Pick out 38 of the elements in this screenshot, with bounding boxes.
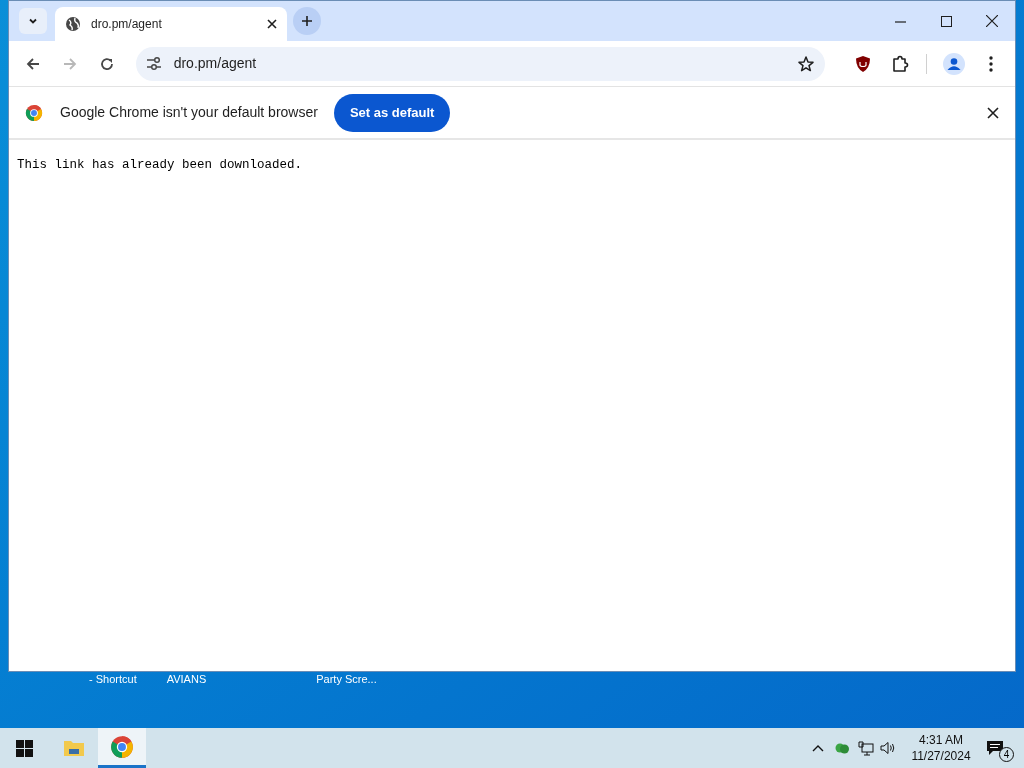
- chrome-icon: [110, 734, 134, 759]
- desktop-icon-label: - Shortcut: [89, 672, 137, 687]
- cloud-icon[interactable]: [834, 741, 850, 755]
- url-text: dro.pm/agent: [173, 54, 258, 73]
- network-icon[interactable]: [858, 740, 874, 756]
- speaker-icon[interactable]: [880, 741, 896, 755]
- chrome-icon: [25, 103, 43, 122]
- close-icon[interactable]: [267, 19, 277, 29]
- site-settings-icon[interactable]: [144, 54, 163, 73]
- address-bar[interactable]: dro.pm/agent: [135, 46, 825, 81]
- person-icon: [942, 52, 965, 75]
- more-icon: [988, 55, 993, 72]
- globe-icon: [65, 16, 81, 32]
- message-icon: [986, 740, 1004, 756]
- clock[interactable]: 4:31 AM 11/27/2024: [906, 732, 976, 764]
- tab-title: dro.pm/agent: [91, 16, 163, 33]
- maximize-icon: [940, 15, 952, 27]
- back-arrow-icon: [25, 55, 42, 72]
- page-text: This link has already been downloaded.: [17, 158, 303, 172]
- desktop-icon-label: AVIANS: [166, 672, 207, 687]
- set-as-default-button[interactable]: Set as default: [333, 93, 451, 132]
- plus-icon: [301, 15, 313, 27]
- star-icon[interactable]: [796, 54, 815, 73]
- folder-icon: [63, 738, 85, 758]
- chevron-up-icon[interactable]: [812, 744, 824, 752]
- notification-count: 4: [999, 747, 1014, 762]
- new-tab-button[interactable]: [293, 7, 321, 35]
- windows-icon: [15, 739, 33, 757]
- reload-icon: [99, 55, 116, 72]
- browser-tab[interactable]: dro.pm/agent: [55, 7, 287, 41]
- puzzle-icon: [890, 54, 909, 73]
- taskbar-app[interactable]: [98, 728, 146, 768]
- forward-arrow-icon: [62, 55, 79, 72]
- close-icon: [986, 15, 998, 27]
- shield-icon: [854, 54, 871, 73]
- close-icon[interactable]: [987, 106, 999, 119]
- desktop-icon-label: Party Scre...: [316, 672, 377, 687]
- infobar-message: Google Chrome isn't your default browser: [60, 103, 318, 122]
